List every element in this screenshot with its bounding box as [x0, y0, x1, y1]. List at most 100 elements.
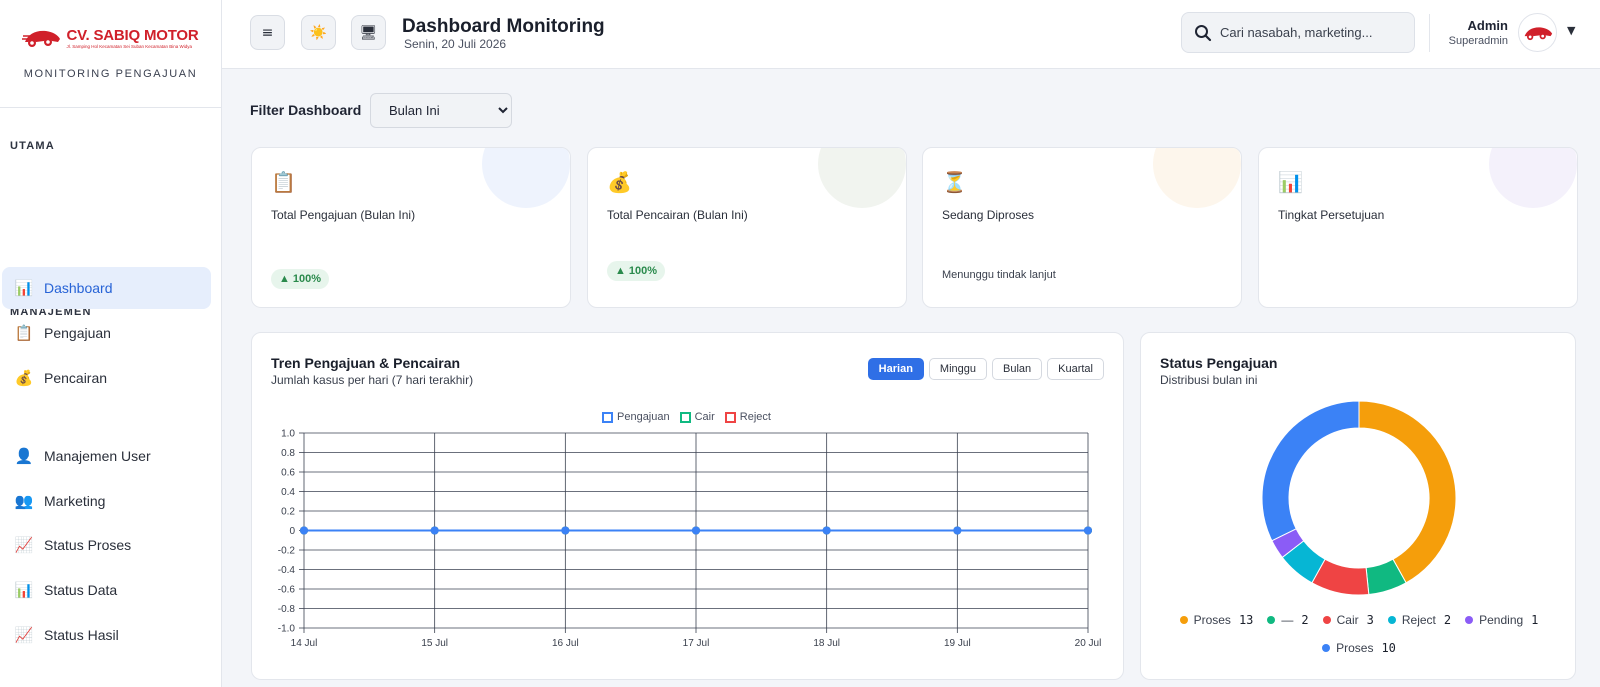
donut-legend-item[interactable]: Reject 2 — [1387, 613, 1452, 627]
y-tick-label: 0.4 — [281, 487, 295, 498]
hourglass-icon: ⏳ — [942, 170, 967, 194]
sidebar-item-label: Dashboard — [44, 280, 113, 296]
decorative-bubble — [1153, 148, 1241, 208]
decorative-bubble — [818, 148, 906, 208]
data-point-pengajuan — [692, 526, 700, 535]
search-icon — [1195, 24, 1212, 41]
legend-value: 1 — [1531, 613, 1539, 627]
stat-card-sedang-diproses: ⏳ Sedang Diproses Menunggu tindak lanjut — [922, 147, 1242, 308]
menu-toggle-button[interactable]: ≡ — [250, 15, 285, 50]
legend-dot — [1387, 616, 1396, 624]
sidebar-item-status-data[interactable]: 📊 Status Data — [2, 569, 211, 611]
trend-icon: 📈 — [14, 627, 34, 644]
donut-slice — [1261, 400, 1360, 542]
x-tick-label: 14 Jul — [291, 638, 318, 649]
stat-label: Total Pencairan (Bulan Ini) — [607, 208, 748, 222]
sun-icon: ☀️ — [309, 24, 328, 41]
car-logo-icon — [22, 30, 61, 47]
legend-label: Proses — [1193, 613, 1231, 627]
y-tick-label: 0.8 — [281, 448, 295, 459]
donut-legend-item[interactable]: —2 — [1267, 613, 1309, 627]
y-tick-label: 0 — [289, 526, 295, 537]
data-point-pengajuan — [953, 526, 962, 535]
bar-chart-icon: 📊 — [14, 582, 34, 599]
theme-toggle-button[interactable]: ☀️ — [301, 15, 336, 50]
brand: CV. SABIQ MOTOR Jl. Samping Hol Kecamata… — [0, 0, 221, 108]
sidebar-item-dashboard[interactable]: 📊 Dashboard — [2, 267, 211, 309]
stat-card-total-pencairan: 💰 Total Pencairan (Bulan Ini) ▲ 100% — [587, 147, 907, 308]
x-tick-label: 19 Jul — [944, 638, 971, 649]
legend-value: 2 — [1443, 613, 1452, 627]
y-tick-label: -0.8 — [278, 604, 296, 615]
sidebar-item-status-proses[interactable]: 📈 Status Proses — [2, 524, 211, 566]
money-bag-icon: 💰 — [14, 370, 34, 387]
status-chart-subtitle: Distribusi bulan ini — [1160, 373, 1258, 387]
donut-legend-item[interactable]: Proses 10 — [1322, 641, 1396, 655]
legend-label: Reject — [1401, 613, 1436, 627]
clipboard-icon: 📋 — [14, 325, 34, 342]
sidebar-item-pencairan[interactable]: 💰 Pencairan — [2, 357, 211, 399]
stat-card-tingkat-persetujuan: 📊 Tingkat Persetujuan — [1258, 147, 1578, 308]
trend-badge: ▲ 100% — [271, 269, 330, 289]
stat-label: Tingkat Persetujuan — [1278, 208, 1385, 222]
x-tick-label: 17 Jul — [683, 638, 710, 649]
search-input[interactable] — [1220, 25, 1400, 40]
donut-legend-item[interactable]: Pending 1 — [1465, 613, 1538, 627]
bar-chart-icon: 📊 — [1278, 170, 1303, 194]
sidebar-item-manajemen-user[interactable]: 👤 Manajemen User — [2, 435, 211, 477]
data-point-pengajuan — [1084, 526, 1092, 535]
legend-label: Pending — [1479, 613, 1524, 627]
top-header: ≡ ☀️ 🖥 Dashboard Monitoring Senin, 20 Ju… — [222, 0, 1600, 69]
x-tick-label: 20 Jul — [1075, 638, 1102, 649]
sidebar-item-status-hasil[interactable]: 📈 Status Hasil — [2, 614, 211, 656]
legend-value: 13 — [1238, 613, 1254, 627]
legend-value: 2 — [1301, 613, 1309, 627]
display-button[interactable]: 🖥 — [351, 15, 386, 50]
y-tick-label: -0.2 — [278, 546, 296, 557]
search-box[interactable] — [1181, 12, 1415, 53]
data-point-pengajuan — [561, 526, 570, 535]
legend-value: 3 — [1366, 613, 1374, 627]
y-tick-label: 0.6 — [281, 468, 295, 479]
filter-period-select[interactable]: Bulan Ini — [370, 93, 512, 128]
sidebar-item-label: Status Proses — [44, 537, 132, 553]
clipboard-icon: 📋 — [271, 170, 296, 194]
sidebar: CV. SABIQ MOTOR Jl. Samping Hol Kecamata… — [0, 0, 222, 687]
sidebar-item-label: Pengajuan — [44, 325, 111, 341]
sidebar-item-pengajuan[interactable]: 📋 Pengajuan — [2, 312, 211, 354]
user-menu-chevron-down-icon[interactable]: ▼ — [1567, 24, 1575, 37]
status-chart-legend: Proses 13 —2 Cair 3 Reject 2 Pending 1 Proses 10 — [1141, 613, 1575, 655]
donut-legend-item[interactable]: Proses 13 — [1179, 613, 1254, 627]
y-tick-label: -0.6 — [278, 585, 296, 596]
avatar[interactable] — [1518, 13, 1557, 52]
sidebar-item-label: Manajemen User — [44, 448, 151, 464]
stat-card-total-pengajuan: 📋 Total Pengajuan (Bulan Ini) ▲ 100% — [251, 147, 571, 308]
y-tick-label: -0.4 — [278, 565, 296, 576]
data-point-pengajuan — [300, 526, 308, 535]
hamburger-icon: ≡ — [261, 24, 274, 41]
decorative-bubble — [1489, 148, 1577, 208]
legend-value: 10 — [1381, 641, 1396, 655]
data-point-pengajuan — [430, 526, 439, 535]
trend-line-chart: 1.0 0.8 0.6 0.4 0.2 0 -0.2 -0.4 -0.6 -0.8 -1.0 14 J… — [278, 429, 1102, 650]
users-icon: 👥 — [14, 493, 34, 510]
status-chart-card: Status Pengajuan Distribusi bulan ini Pr… — [1140, 332, 1576, 680]
sidebar-item-marketing[interactable]: 👥 Marketing — [2, 480, 211, 522]
x-tick-label: 18 Jul — [813, 638, 840, 649]
y-tick-label: 0.2 — [281, 507, 295, 518]
trend-icon: 📈 — [14, 537, 34, 554]
x-tick-label: 16 Jul — [552, 638, 579, 649]
donut-legend-item[interactable]: Cair 3 — [1322, 613, 1374, 627]
brand-address: Jl. Samping Hol Kecamatan Sei Suban Keca… — [66, 44, 193, 49]
legend-dot — [1322, 644, 1331, 652]
page-date: Senin, 20 Juli 2026 — [404, 37, 507, 51]
x-tick-label: 15 Jul — [421, 638, 448, 649]
decorative-bubble — [482, 148, 570, 208]
legend-dot — [1267, 616, 1276, 624]
sidebar-item-label: Status Data — [44, 582, 118, 598]
trend-badge: ▲ 100% — [607, 261, 666, 281]
user-icon: 👤 — [14, 448, 34, 465]
trend-badge-value: 100% — [292, 273, 322, 285]
brand-logo[interactable]: CV. SABIQ MOTOR Jl. Samping Hol Kecamata… — [22, 24, 199, 52]
trend-chart-card: Tren Pengajuan & Pencairan Jumlah kasus … — [251, 332, 1124, 680]
